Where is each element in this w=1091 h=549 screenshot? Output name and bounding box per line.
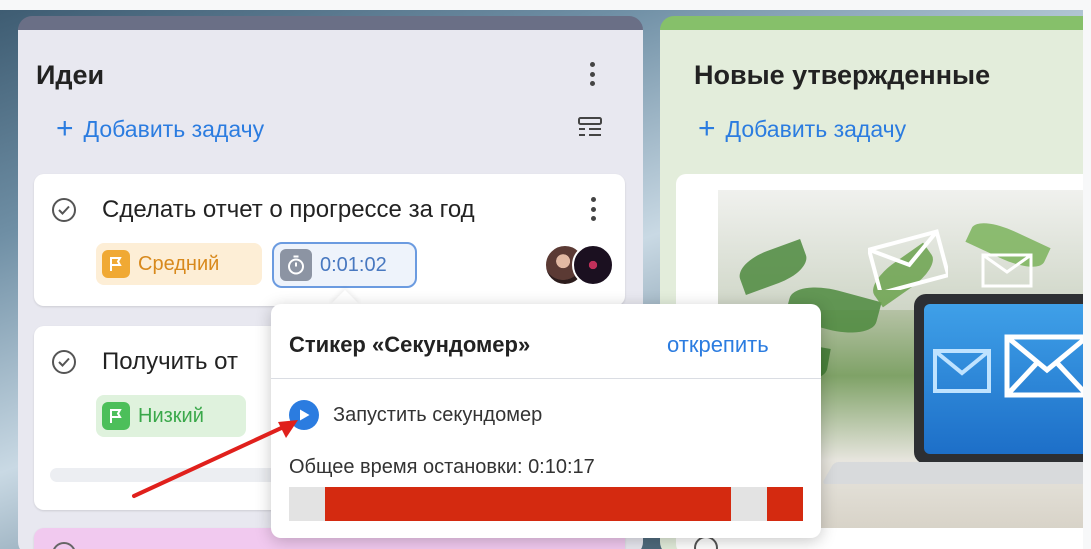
check-circle-icon[interactable]	[52, 198, 76, 222]
task-title[interactable]: Получить от	[102, 348, 238, 376]
flag-icon	[102, 250, 130, 278]
background-right-strip	[1083, 0, 1091, 549]
add-task-button[interactable]: + Добавить задачу	[56, 114, 264, 144]
timer-sticker[interactable]: 0:01:02	[272, 242, 417, 288]
envelope-icon	[868, 229, 948, 290]
time-bar-segment	[767, 487, 803, 521]
column-title: Идеи	[36, 60, 105, 90]
laptop-screen	[914, 294, 1091, 464]
stopwatch-icon	[280, 249, 312, 281]
list-view-icon[interactable]	[575, 114, 605, 144]
annotation-arrow-icon	[132, 420, 298, 498]
task-card[interactable]: Сделать отчет о прогрессе за год Средний…	[34, 174, 625, 306]
start-stopwatch-button[interactable]: Запустить секундомер	[289, 400, 542, 430]
column-menu-icon[interactable]	[584, 58, 600, 90]
task-title[interactable]: Сделать отчет о прогрессе за год	[102, 196, 475, 224]
priority-badge[interactable]: Средний	[96, 243, 262, 285]
time-bar-segment	[324, 487, 732, 521]
check-circle-icon[interactable]	[52, 350, 76, 374]
unpin-link[interactable]: открепить	[667, 332, 769, 358]
background-top-strip	[0, 0, 1091, 10]
laptop-base	[821, 462, 1091, 484]
total-stop-time: Общее время остановки: 0:10:17	[289, 456, 595, 478]
kebab-icon[interactable]	[586, 194, 600, 224]
column-title: Новые утвержденные	[694, 60, 991, 90]
stopwatch-popover: Стикер «Секундомер» открепить Запустить …	[271, 304, 821, 538]
start-stopwatch-label: Запустить секундомер	[333, 403, 543, 426]
popover-title: Стикер «Секундомер»	[289, 332, 531, 357]
plus-icon: +	[56, 112, 74, 145]
add-task-button[interactable]: + Добавить задачу	[698, 114, 906, 144]
avatar[interactable]	[572, 244, 614, 286]
time-bar	[289, 487, 803, 521]
priority-label: Средний	[138, 252, 220, 275]
envelope-icon	[981, 253, 1033, 288]
assignees[interactable]	[544, 244, 616, 286]
timer-value: 0:01:02	[320, 253, 387, 276]
divider	[271, 378, 821, 379]
add-task-label: Добавить задачу	[725, 115, 907, 142]
add-task-label: Добавить задачу	[83, 115, 265, 142]
check-circle-icon[interactable]	[52, 542, 76, 549]
plus-icon: +	[698, 112, 716, 145]
